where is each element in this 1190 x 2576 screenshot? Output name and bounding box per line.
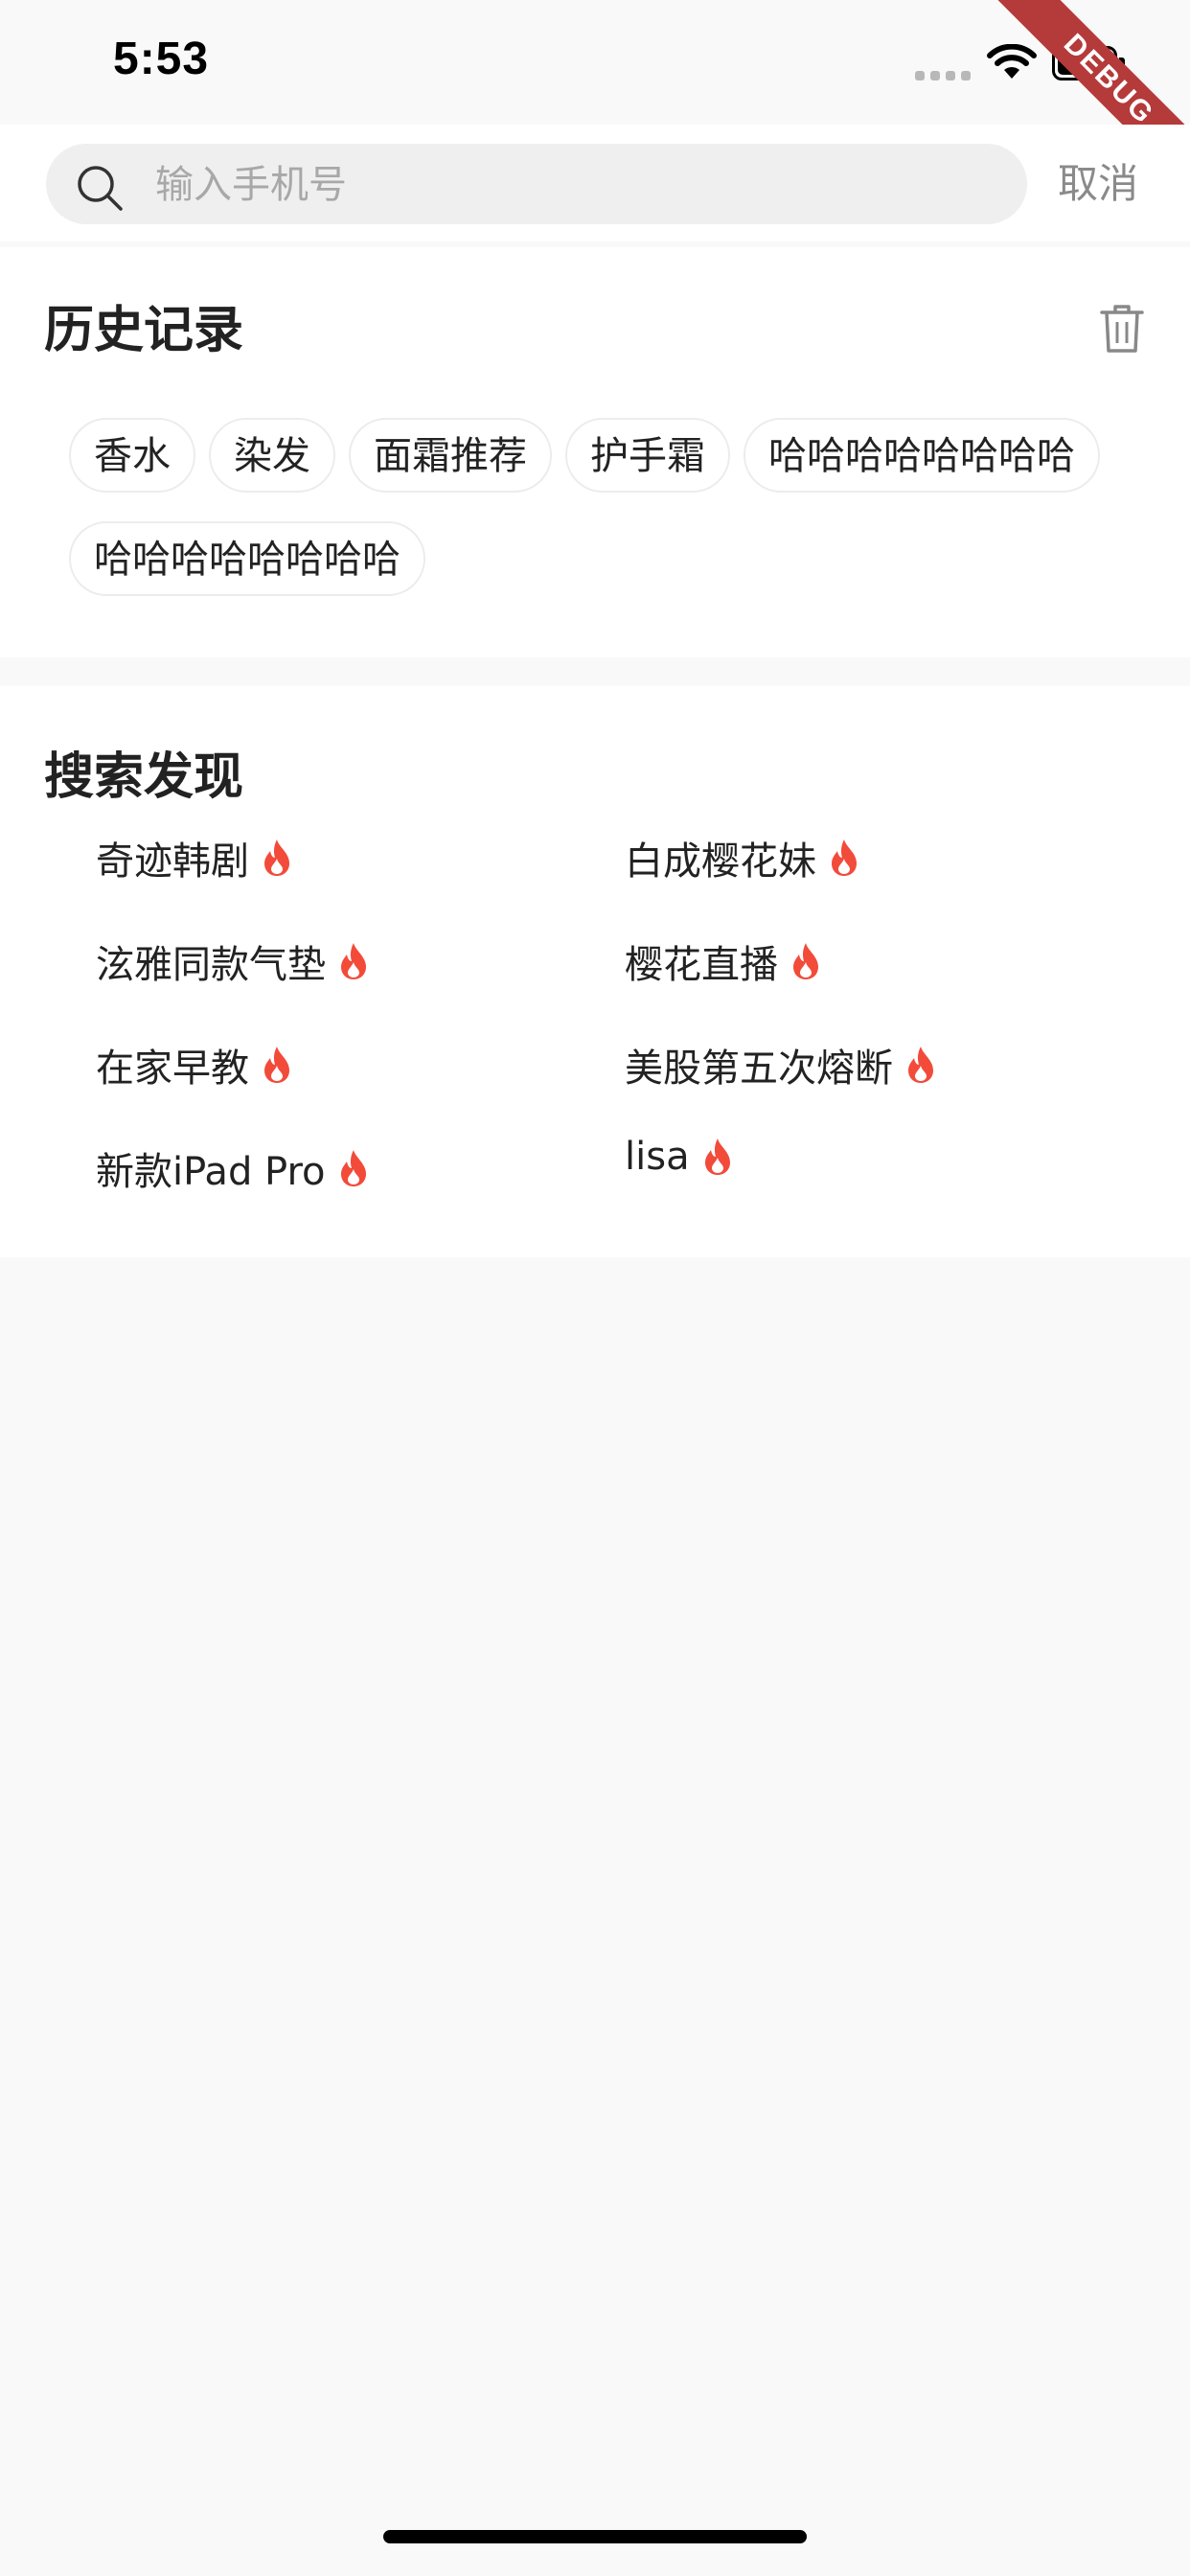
fire-icon bbox=[832, 840, 857, 876]
home-indicator[interactable] bbox=[383, 2530, 807, 2543]
hot-search-item[interactable]: lisa bbox=[625, 1135, 734, 1179]
history-tag[interactable]: 哈哈哈哈哈哈哈哈 bbox=[744, 418, 1100, 493]
fire-icon bbox=[264, 1046, 289, 1083]
hot-search-item[interactable]: 奇迹韩剧 bbox=[96, 830, 293, 886]
history-tags: 香水 染发 面霜推荐 护手霜 哈哈哈哈哈哈哈哈 哈哈哈哈哈哈哈哈 bbox=[69, 418, 1133, 596]
fire-icon bbox=[704, 1138, 730, 1175]
trash-icon[interactable] bbox=[1098, 303, 1146, 355]
hot-search-label: lisa bbox=[625, 1135, 690, 1179]
battery-cap bbox=[1119, 58, 1125, 71]
hot-search-label: 泫雅同款气垫 bbox=[96, 943, 326, 987]
history-tag[interactable]: 香水 bbox=[69, 418, 195, 493]
search-icon bbox=[78, 166, 123, 211]
search-box[interactable] bbox=[46, 144, 1027, 226]
hot-search-item[interactable]: 在家早教 bbox=[96, 1037, 293, 1092]
hot-search-label: 美股第五次熔断 bbox=[625, 1046, 893, 1091]
status-bar: 5:53 bbox=[0, 0, 1190, 125]
hot-search-item[interactable]: 樱花直播 bbox=[625, 933, 822, 989]
hot-search-label: 奇迹韩剧 bbox=[96, 840, 249, 884]
search-input[interactable] bbox=[153, 144, 1000, 226]
fire-icon bbox=[340, 1150, 366, 1186]
fire-icon bbox=[908, 1046, 933, 1083]
fire-icon bbox=[793, 943, 818, 979]
history-tag[interactable]: 护手霜 bbox=[565, 418, 730, 493]
history-tag[interactable]: 面霜推荐 bbox=[349, 418, 552, 493]
fire-icon bbox=[341, 943, 366, 979]
cancel-button[interactable]: 取消 bbox=[1058, 144, 1138, 224]
hot-search-item[interactable]: 美股第五次熔断 bbox=[625, 1037, 937, 1092]
search-header: 取消 bbox=[0, 125, 1190, 242]
status-time: 5:53 bbox=[113, 34, 210, 84]
hot-search-item[interactable]: 泫雅同款气垫 bbox=[96, 933, 370, 989]
hot-search-label: 白成樱花妹 bbox=[625, 840, 816, 884]
discover-title: 搜索发现 bbox=[44, 748, 244, 806]
hot-search-item[interactable]: 白成樱花妹 bbox=[625, 830, 860, 886]
history-section: 历史记录 香水 染发 面霜推荐 护手霜 哈哈哈哈哈哈哈哈 哈哈哈哈哈哈哈哈 bbox=[0, 247, 1190, 657]
history-title: 历史记录 bbox=[44, 302, 244, 359]
history-tag[interactable]: 染发 bbox=[209, 418, 335, 493]
history-tag[interactable]: 哈哈哈哈哈哈哈哈 bbox=[69, 521, 425, 596]
signal-icon bbox=[915, 71, 971, 80]
hot-search-item[interactable]: 新款iPad Pro bbox=[96, 1140, 370, 1196]
hot-search-label: 樱花直播 bbox=[625, 943, 778, 987]
hot-search-label: 在家早教 bbox=[96, 1046, 249, 1091]
fire-icon bbox=[264, 840, 289, 876]
discover-section: 搜索发现 奇迹韩剧 白成樱花妹 泫雅同款气垫 樱花直播 在家早教 美股第五次熔断… bbox=[0, 686, 1190, 1257]
hot-search-label: 新款iPad Pro bbox=[96, 1150, 326, 1194]
wifi-icon bbox=[987, 44, 1037, 79]
battery-icon bbox=[1052, 46, 1117, 80]
